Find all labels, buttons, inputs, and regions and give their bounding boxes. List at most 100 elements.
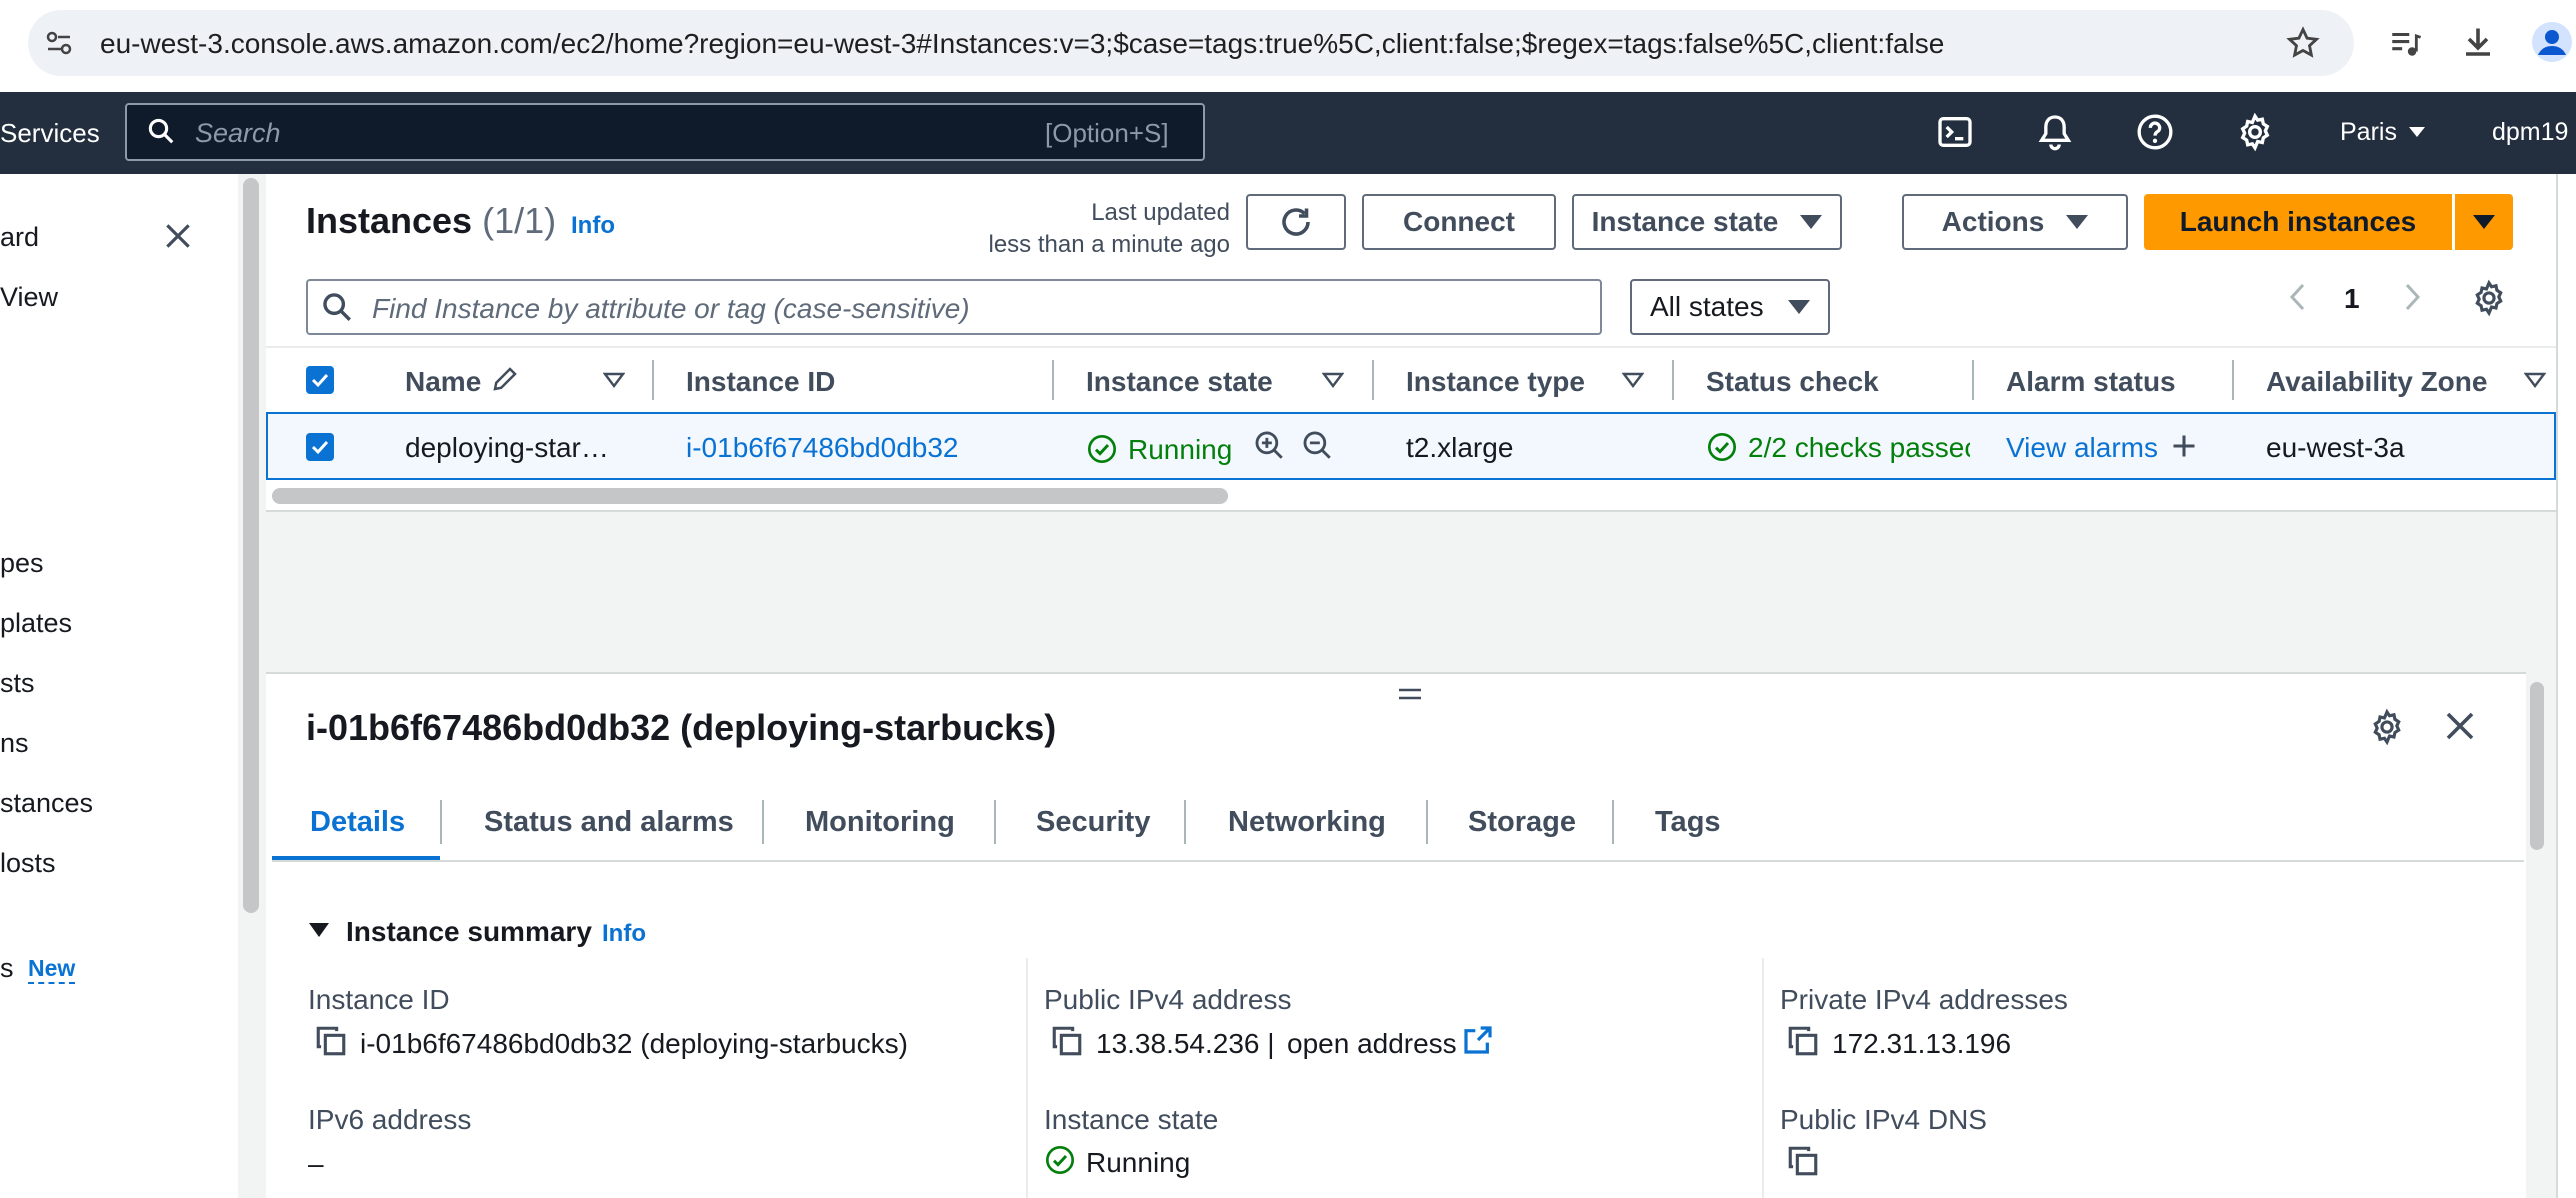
navigation-sidebar xyxy=(0,174,238,1198)
checkmark-icon xyxy=(311,440,329,455)
field-value-public-ipv4: 13.38.54.236 | xyxy=(1096,1028,1275,1059)
tab-security[interactable]: Security xyxy=(1036,806,1150,839)
tab-details[interactable]: Details xyxy=(310,806,405,839)
copy-icon[interactable] xyxy=(1050,1024,1084,1058)
field-value-instance-state: Running xyxy=(1086,1147,1191,1178)
field-value-instance-id: i-01b6f67486bd0db32 (deploying-starbucks… xyxy=(360,1028,908,1059)
instances-count: (1/1) xyxy=(482,200,557,241)
instance-state-dropdown[interactable]: Instance state xyxy=(1572,194,1842,250)
column-header-status-check[interactable]: Status check xyxy=(1706,366,1879,398)
column-header-instance-id[interactable]: Instance ID xyxy=(686,366,835,398)
instance-state-label: Instance state xyxy=(1591,206,1779,237)
column-header-availability-zone[interactable]: Availability Zone xyxy=(2266,366,2487,398)
sort-caret-icon[interactable] xyxy=(2524,372,2546,388)
field-label-instance-state: Instance state xyxy=(1044,1104,1219,1135)
column-header-name[interactable]: Name xyxy=(405,366,481,398)
column-header-alarm-status[interactable]: Alarm status xyxy=(2006,366,2176,398)
next-page-icon[interactable] xyxy=(2400,282,2424,312)
nav-link-instance-types[interactable]: pes xyxy=(0,548,44,579)
field-label-private-ipv4: Private IPv4 addresses xyxy=(1780,984,2068,1015)
zoom-in-icon[interactable] xyxy=(1252,428,1286,462)
cell-instance-state: Running xyxy=(1128,434,1233,465)
copy-icon[interactable] xyxy=(1786,1024,1820,1058)
previous-page-icon[interactable] xyxy=(2286,282,2310,312)
download-icon[interactable] xyxy=(2460,24,2496,60)
select-all-checkbox[interactable] xyxy=(306,366,334,394)
profile-avatar-icon[interactable] xyxy=(2532,22,2572,62)
details-scrollbar-thumb[interactable] xyxy=(2530,682,2544,850)
sort-caret-icon[interactable] xyxy=(1622,372,1644,388)
zoom-out-icon[interactable] xyxy=(1300,428,1334,462)
nav-link-launch-templates[interactable]: plates xyxy=(0,608,72,639)
cell-instance-id-link[interactable]: i-01b6f67486bd0db32 xyxy=(686,432,958,464)
field-label-public-dns: Public IPv4 DNS xyxy=(1780,1104,1987,1135)
tab-status-and-alarms[interactable]: Status and alarms xyxy=(484,806,734,839)
search-placeholder: Search xyxy=(195,118,281,148)
nav-link-capacity-reservations[interactable]: s xyxy=(0,953,14,984)
launch-instances-button[interactable]: Launch instances xyxy=(2144,194,2452,250)
close-sidebar-icon[interactable] xyxy=(162,220,194,252)
field-label-public-ipv4: Public IPv4 address xyxy=(1044,984,1292,1015)
field-label-ipv6: IPv6 address xyxy=(308,1104,472,1135)
status-ok-icon xyxy=(1706,431,1738,463)
row-checkbox[interactable] xyxy=(306,433,334,461)
view-alarms-link[interactable]: View alarms xyxy=(2006,432,2158,464)
tab-networking[interactable]: Networking xyxy=(1228,806,1386,839)
caret-down-icon xyxy=(2473,215,2495,229)
nav-link-spot-requests[interactable]: sts xyxy=(0,668,35,699)
column-header-instance-type[interactable]: Instance type xyxy=(1406,366,1585,398)
split-panel-gap xyxy=(266,512,2556,672)
section-info-link[interactable]: Info xyxy=(602,920,646,948)
resize-handle-icon[interactable] xyxy=(1398,686,1422,702)
page-title: Instances (1/1) xyxy=(306,200,556,242)
add-alarm-plus-icon[interactable] xyxy=(2170,432,2198,460)
section-collapse-caret-icon[interactable] xyxy=(308,922,330,938)
connect-button[interactable]: Connect xyxy=(1362,194,1556,250)
close-panel-icon[interactable] xyxy=(2442,708,2478,744)
tab-storage[interactable]: Storage xyxy=(1468,806,1576,839)
tab-tags[interactable]: Tags xyxy=(1655,806,1721,839)
launch-label: Launch instances xyxy=(2179,206,2417,237)
site-info-icon[interactable] xyxy=(44,28,74,58)
table-preferences-gear-icon[interactable] xyxy=(2470,279,2508,317)
external-link-icon[interactable] xyxy=(1462,1024,1494,1056)
section-title[interactable]: Instance summary xyxy=(346,916,592,948)
bookmark-star-icon[interactable] xyxy=(2286,26,2320,60)
actions-dropdown[interactable]: Actions xyxy=(1902,194,2128,250)
cloudshell-icon[interactable] xyxy=(1935,112,1979,156)
media-queue-icon[interactable] xyxy=(2388,26,2422,60)
launch-instances-split-button[interactable] xyxy=(2455,194,2513,250)
notifications-bell-icon[interactable] xyxy=(2035,112,2079,156)
actions-label: Actions xyxy=(1941,206,2045,237)
right-edge-panel xyxy=(2556,174,2576,1198)
sidebar-scrollbar-thumb[interactable] xyxy=(243,178,259,913)
nav-link-reserved-instances[interactable]: stances xyxy=(0,788,93,819)
nav-link-dedicated-hosts[interactable]: losts xyxy=(0,848,56,879)
table-horizontal-scrollbar[interactable] xyxy=(272,488,1228,504)
instances-info-link[interactable]: Info xyxy=(571,212,615,240)
unified-search-input[interactable] xyxy=(125,103,1205,161)
connect-label: Connect xyxy=(1403,206,1515,237)
account-menu[interactable]: dpm19 xyxy=(2492,118,2568,147)
region-label: Paris xyxy=(2340,118,2397,146)
checkmark-icon xyxy=(311,373,329,388)
panel-preferences-gear-icon[interactable] xyxy=(2368,708,2406,746)
region-selector[interactable]: Paris xyxy=(2340,118,2397,147)
help-icon[interactable] xyxy=(2135,112,2179,156)
column-header-instance-state[interactable]: Instance state xyxy=(1086,366,1273,398)
services-menu[interactable]: Services xyxy=(0,118,100,149)
sort-caret-icon[interactable] xyxy=(1322,372,1344,388)
settings-gear-icon[interactable] xyxy=(2235,112,2279,156)
open-address-link[interactable]: open address xyxy=(1287,1028,1457,1060)
states-filter-select[interactable]: All states xyxy=(1630,279,1830,335)
url-text[interactable]: eu-west-3.console.aws.amazon.com/ec2/hom… xyxy=(100,28,1944,60)
nav-link-global-view[interactable]: View xyxy=(0,282,58,313)
copy-icon[interactable] xyxy=(314,1024,348,1058)
nav-link-savings-plans[interactable]: ns xyxy=(0,728,29,759)
sort-caret-icon[interactable] xyxy=(603,372,625,388)
nav-link-dashboard[interactable]: ard xyxy=(0,222,39,253)
tab-monitoring[interactable]: Monitoring xyxy=(805,806,955,839)
copy-icon[interactable] xyxy=(1786,1144,1820,1178)
refresh-button[interactable] xyxy=(1246,194,1346,250)
page-number[interactable]: 1 xyxy=(2344,283,2360,315)
